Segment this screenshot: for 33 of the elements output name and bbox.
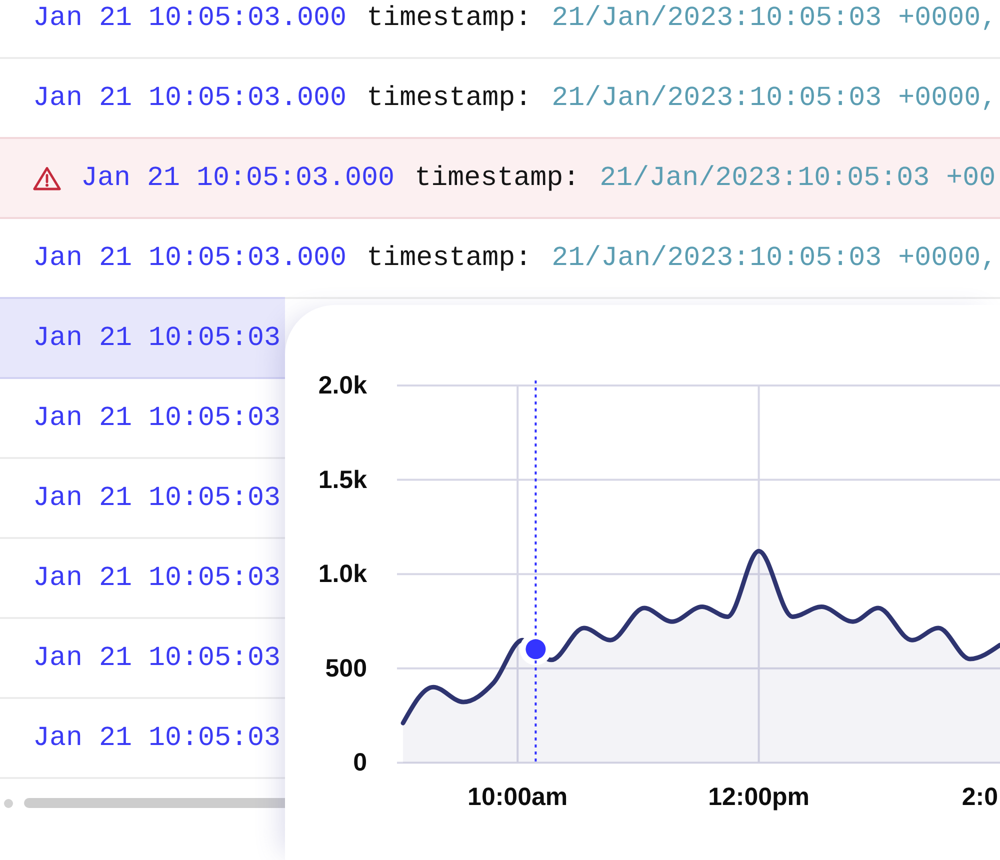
scroll-dot-icon	[4, 798, 13, 808]
warning-icon	[33, 166, 61, 190]
hover-point-icon	[526, 639, 546, 660]
log-row[interactable]: Jan 21 10:05:03	[0, 299, 285, 379]
log-field-name: timestamp:	[414, 162, 580, 194]
y-axis-label: 0	[353, 748, 367, 777]
log-timestamp: Jan 21 10:05:03.000	[81, 162, 395, 194]
log-field-name: timestamp:	[366, 82, 532, 114]
log-field-name: timestamp:	[366, 242, 532, 274]
log-row[interactable]: Jan 21 10:05:03.000 timestamp: 21/Jan/2023:10:05:03 +0000,	[0, 0, 1000, 59]
y-axis-label: 1.0k	[318, 560, 367, 588]
y-axis-label: 1.5k	[318, 466, 367, 494]
log-field-value: 21/Jan/2023:10:05:03 +0000,	[552, 242, 998, 274]
y-axis-label: 500	[325, 654, 367, 682]
x-axis-label: 12:00pm	[708, 783, 810, 811]
x-axis-label: 10:00am	[468, 783, 568, 811]
log-timestamp: Jan 21 10:05:03	[33, 562, 281, 594]
log-row[interactable]: Jan 21 10:05:03.000 timestamp: 21/Jan/2023:10:05:03 +00	[0, 139, 1000, 219]
y-axis-label: 2.0k	[318, 372, 367, 400]
log-timestamp: Jan 21 10:05:03.000	[33, 242, 347, 274]
log-field-name: timestamp:	[366, 2, 532, 34]
scrollbar-thumb[interactable]	[24, 798, 285, 808]
log-field-value: 21/Jan/2023:10:05:03 +0000,	[552, 82, 998, 114]
log-field-value: 21/Jan/2023:10:05:03 +00	[600, 162, 996, 194]
log-timestamp: Jan 21 10:05:03	[33, 722, 281, 754]
log-field-value: 21/Jan/2023:10:05:03 +0000,	[552, 2, 998, 34]
log-timestamp: Jan 21 10:05:03	[33, 402, 281, 434]
log-timestamp: Jan 21 10:05:03	[33, 322, 281, 354]
log-timestamp: Jan 21 10:05:03	[33, 642, 281, 674]
log-timestamp: Jan 21 10:05:03.000	[33, 2, 347, 34]
x-axis-label: 2:0	[962, 783, 998, 811]
log-timestamp: Jan 21 10:05:03	[33, 482, 281, 514]
log-timestamp: Jan 21 10:05:03.000	[33, 82, 347, 114]
